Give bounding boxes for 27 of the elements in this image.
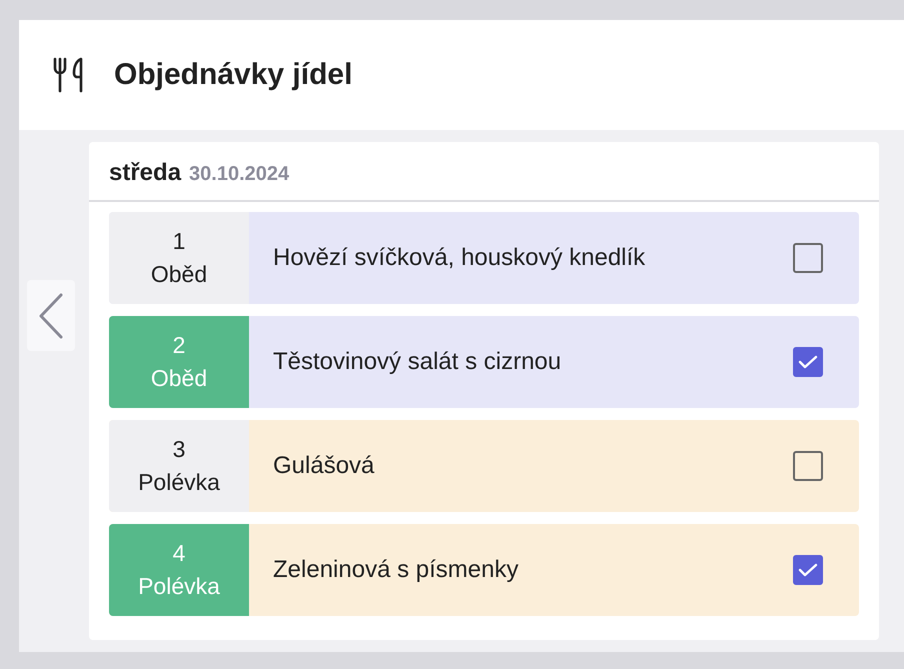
meal-row[interactable]: 2 Oběd Těstovinový salát s cizrnou [109, 316, 859, 408]
checkbox[interactable] [793, 243, 823, 273]
meal-number: 4 [172, 540, 186, 567]
meal-name: Těstovinový salát s cizrnou [272, 348, 562, 376]
meal-row[interactable]: 4 Polévka Zeleninová s písmenky [109, 524, 859, 616]
meal-number: 2 [172, 332, 186, 359]
page-title: Objednávky jídel [114, 58, 352, 92]
checkbox[interactable] [793, 347, 823, 377]
checkmark-icon [798, 562, 818, 578]
checkbox[interactable] [793, 451, 823, 481]
meal-number: 1 [172, 228, 186, 255]
meal-type: Polévka [138, 469, 220, 496]
checkmark-icon [798, 354, 818, 370]
meal-name: Hovězí svíčková, houskový knedlík [272, 244, 646, 272]
day-name: středa [109, 159, 182, 187]
meal-name: Zeleninová s písmenky [272, 556, 520, 584]
meal-row[interactable]: 1 Oběd Hovězí svíčková, houskový knedlík [109, 212, 859, 304]
checkbox[interactable] [793, 555, 823, 585]
day-date: 30.10.2024 [189, 163, 290, 186]
meal-type: Polévka [138, 573, 220, 600]
meal-type: Oběd [150, 365, 208, 392]
meal-type: Oběd [150, 261, 208, 288]
meal-number: 3 [172, 436, 186, 463]
meal-row[interactable]: 3 Polévka Gulášová [109, 420, 859, 512]
previous-day-button[interactable] [27, 280, 75, 351]
chevron-left-icon [37, 290, 65, 340]
meal-name: Gulášová [272, 452, 376, 480]
